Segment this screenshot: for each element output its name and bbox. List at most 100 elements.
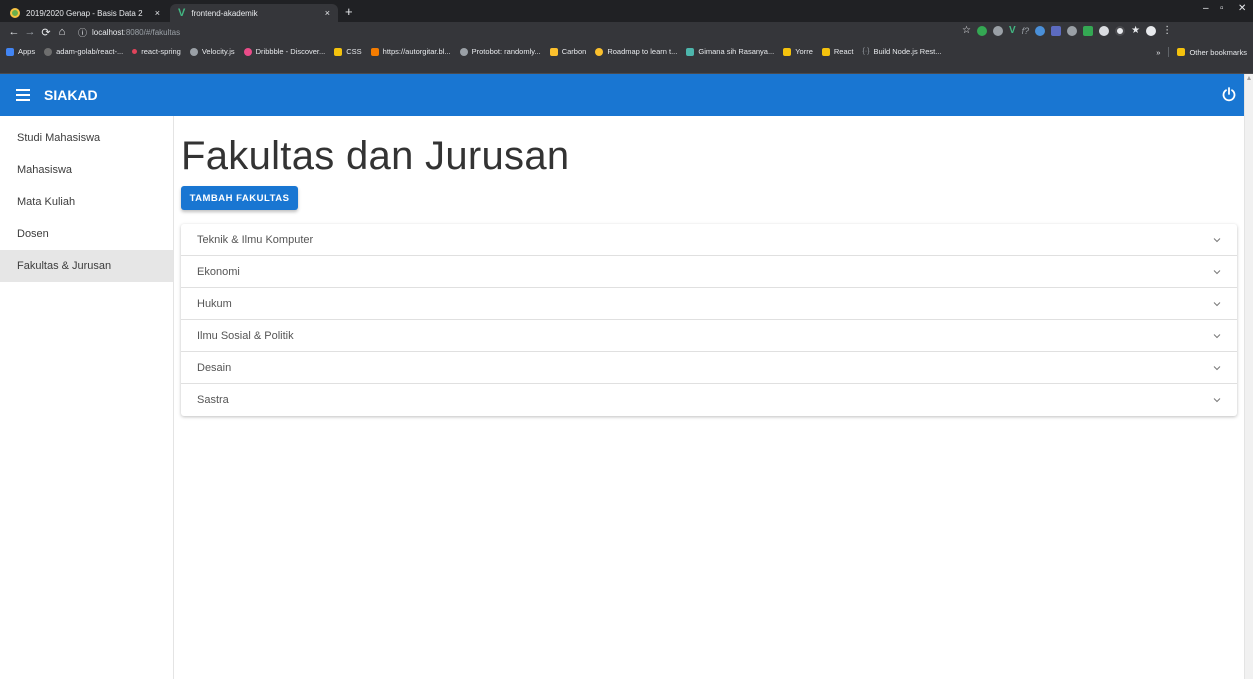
extension-icon[interactable] (1099, 25, 1110, 36)
sidebar-item-mahasiswa[interactable]: Mahasiswa (0, 154, 173, 186)
faculty-name: Desain (197, 361, 232, 374)
chrome-menu-icon[interactable]: ⋮ (1162, 25, 1172, 36)
bookmark-folder[interactable]: Yorre (783, 47, 813, 56)
bookmark-item[interactable]: Velocity.js (189, 47, 235, 56)
faculty-panel-ekonomi[interactable]: Ekonomi (181, 256, 1237, 288)
sidebar-item-mata-kuliah[interactable]: Mata Kuliah (0, 186, 173, 218)
add-faculty-button[interactable]: TAMBAH FAKULTAS (181, 186, 298, 210)
bookmark-item[interactable]: {·} Build Node.js Rest... (862, 47, 941, 56)
tab-title: frontend-akademik (191, 8, 258, 18)
bookmark-label: Carbon (561, 47, 587, 56)
vue-favicon-icon: V (178, 7, 186, 19)
faculty-name: Ekonomi (197, 265, 240, 278)
blogger-icon (370, 47, 379, 56)
faculty-panel-sospol[interactable]: Ilmu Sosial & Politik (181, 320, 1237, 352)
bookmarks-overflow: » Other bookmarks (1156, 47, 1247, 57)
sidebar-item-studi-mahasiswa[interactable]: Studi Mahasiswa (0, 122, 173, 154)
extension-icon[interactable] (1115, 25, 1126, 36)
address-bar[interactable]: ⓘ localhost:8080/#/fakultas (78, 24, 180, 40)
bookmark-item[interactable]: react-spring (132, 47, 181, 56)
folder-icon (783, 47, 792, 56)
bookmark-label: https://autorgitar.bl... (382, 47, 451, 56)
folder-icon (334, 47, 343, 56)
extensions-puzzle-icon[interactable]: ★ (1131, 25, 1140, 36)
folder-icon (1177, 48, 1186, 56)
faculty-expansion-panels: Teknik & Ilmu Komputer Ekonomi Hukum Ilm… (181, 224, 1237, 416)
roadmap-icon (595, 47, 604, 56)
bookmark-item[interactable]: Carbon (549, 47, 587, 56)
bookmark-label: Roadmap to learn t... (607, 47, 678, 56)
extension-icon[interactable] (1035, 25, 1046, 36)
menu-icon[interactable] (16, 89, 30, 101)
extension-icon[interactable] (1083, 25, 1094, 36)
bookmarks-divider (1168, 47, 1170, 57)
browser-tab-basis-data[interactable]: 2019/2020 Genap - Basis Data 2 × (2, 4, 168, 22)
sidebar-item-fakultas-jurusan[interactable]: Fakultas & Jurusan (0, 250, 173, 282)
faculty-panel-desain[interactable]: Desain (181, 352, 1237, 384)
sidebar: Studi Mahasiswa Mahasiswa Mata Kuliah Do… (0, 116, 174, 679)
browser-tab-frontend-akademik[interactable]: V frontend-akademik × (170, 4, 338, 22)
folder-icon (821, 47, 830, 56)
browser-tab-strip: 2019/2020 Genap - Basis Data 2 × V front… (0, 0, 1253, 22)
chevron-down-icon (1213, 302, 1221, 307)
power-icon[interactable] (1221, 86, 1237, 102)
bookmark-label: Yorre (795, 47, 813, 56)
github-icon (44, 47, 53, 56)
bookmark-item[interactable]: https://autorgitar.bl... (370, 47, 451, 56)
main-content: Fakultas dan Jurusan TAMBAH FAKULTAS Tek… (174, 116, 1244, 679)
globe-icon (189, 47, 198, 56)
bookmark-folder[interactable]: CSS (334, 47, 362, 56)
react-spring-icon (132, 49, 138, 54)
bookmark-item[interactable]: adam-golab/react-... (44, 47, 123, 56)
bookmark-star-icon[interactable]: ☆ (962, 25, 971, 36)
faculty-panel-sastra[interactable]: Sastra (181, 384, 1237, 416)
page-title: Fakultas dan Jurusan (181, 134, 570, 178)
bookmark-label: Gimana sih Rasanya... (698, 47, 775, 56)
bookmarks-more-icon[interactable]: » (1156, 48, 1160, 57)
tab-title: 2019/2020 Genap - Basis Data 2 (26, 8, 143, 18)
bookmark-label: Build Node.js Rest... (873, 47, 942, 56)
faculty-panel-hukum[interactable]: Hukum (181, 288, 1237, 320)
back-arrow-icon[interactable]: ← (6, 26, 22, 38)
extension-icon[interactable] (1051, 25, 1062, 36)
bookmark-apps[interactable]: Apps (6, 47, 35, 56)
bookmark-folder[interactable]: React (821, 47, 853, 56)
bookmark-label: adam-golab/react-... (56, 47, 124, 56)
bookmark-item[interactable]: Protobot: randomly... (459, 47, 541, 56)
site-info-icon[interactable]: ⓘ (78, 26, 87, 39)
extension-icon[interactable] (1067, 25, 1078, 36)
faculty-panel-teknik[interactable]: Teknik & Ilmu Komputer (181, 224, 1237, 256)
bookmark-item[interactable]: Gimana sih Rasanya... (686, 47, 774, 56)
address-host: localhost (92, 27, 124, 37)
other-bookmarks[interactable]: Other bookmarks (1189, 48, 1247, 57)
bookmark-item[interactable]: Roadmap to learn t... (595, 47, 677, 56)
site-favicon-icon (10, 8, 20, 18)
profile-avatar-icon[interactable] (1146, 25, 1157, 36)
minimize-icon[interactable]: – (1203, 3, 1209, 14)
code-braces-icon: {·} (862, 47, 870, 55)
scroll-up-arrow-icon[interactable] (1247, 76, 1251, 80)
reload-icon[interactable]: ⟳ (38, 26, 54, 39)
home-icon[interactable]: ⌂ (54, 26, 70, 38)
faculty-name: Teknik & Ilmu Komputer (197, 233, 314, 246)
extension-icon[interactable] (976, 25, 987, 36)
forward-arrow-icon[interactable]: → (22, 26, 38, 38)
tab-close-icon[interactable]: × (155, 8, 160, 18)
carbon-icon (549, 47, 558, 56)
new-tab-button[interactable]: + (345, 4, 353, 19)
maximize-icon[interactable]: ▫ (1220, 3, 1224, 14)
close-window-icon[interactable]: ✕ (1238, 3, 1246, 14)
page-scrollbar[interactable] (1244, 74, 1253, 679)
bookmark-item[interactable]: Dribbble - Discover... (243, 47, 325, 56)
dribbble-icon (243, 47, 252, 56)
tab-close-icon[interactable]: × (325, 8, 330, 18)
bookmark-label: react-spring (141, 47, 181, 56)
app-brand: SIAKAD (44, 87, 98, 103)
vue-devtools-icon[interactable]: V (1009, 25, 1016, 36)
sidebar-item-dosen[interactable]: Dosen (0, 218, 173, 250)
extension-icon[interactable]: f? (1022, 26, 1030, 36)
chevron-down-icon (1213, 334, 1221, 339)
extension-icon[interactable] (992, 25, 1003, 36)
faculty-name: Ilmu Sosial & Politik (197, 329, 294, 342)
extensions-area: ☆ V f? ★ ⋮ (962, 25, 1172, 36)
